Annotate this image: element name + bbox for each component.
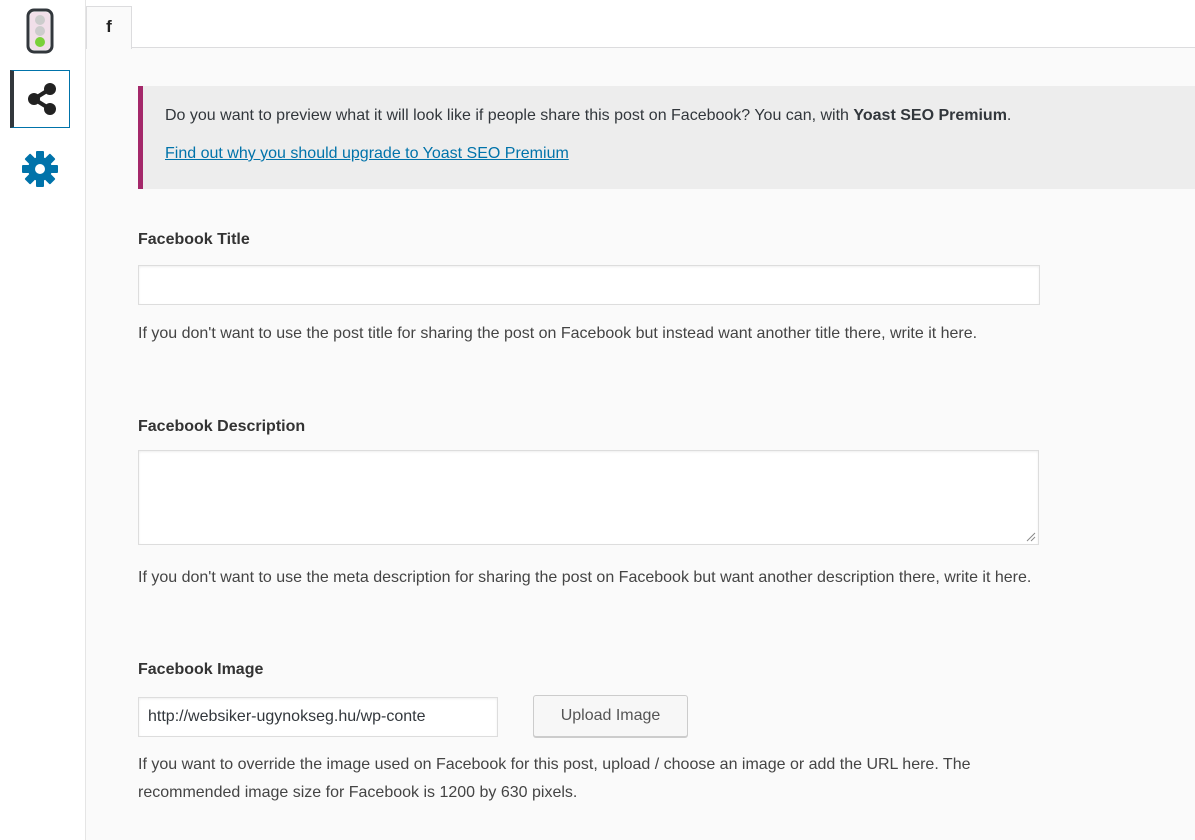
facebook-title-help: If you don't want to use the post title … [138,325,978,342]
notice-text-start: Do you want to preview what it will look… [165,107,854,124]
facebook-image-label: Facebook Image [138,661,264,678]
share-icon [27,83,56,115]
facebook-title-input[interactable] [138,265,1040,305]
facebook-tab[interactable]: f [86,6,132,49]
facebook-title-label: Facebook Title [138,231,250,248]
metabox-tab-rail [0,0,86,840]
social-panel: f Do you want to preview what it will lo… [86,0,1195,840]
advanced-settings-tab-button[interactable] [10,140,70,198]
facebook-description-label: Facebook Description [138,418,306,435]
premium-upsell-notice: Do you want to preview what it will look… [138,86,1195,189]
notice-text-end: . [1006,107,1012,124]
notice-strong: Yoast SEO Premium [853,107,1007,124]
social-tab-button[interactable] [10,70,70,128]
gear-icon [22,151,58,187]
upload-image-button[interactable]: Upload Image [533,695,688,737]
facebook-description-textarea[interactable] [138,450,1039,545]
facebook-description-help: If you don't want to use the meta descri… [138,569,1032,586]
facebook-image-url-input[interactable]: http://websiker-ugynokseg.hu/wp-conte [138,697,498,737]
notice-text: Do you want to preview what it will look… [165,106,1195,126]
facebook-image-help: If you want to override the image used o… [138,756,971,801]
seo-tab-button[interactable] [10,2,70,60]
upgrade-premium-link[interactable]: Find out why you should upgrade to Yoast… [165,145,569,163]
traffic-light-icon [26,8,54,54]
resize-handle-icon[interactable] [1026,532,1036,542]
network-tab-strip: f [86,0,1195,49]
